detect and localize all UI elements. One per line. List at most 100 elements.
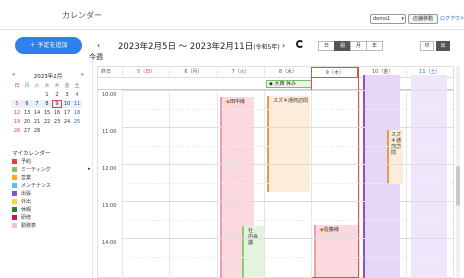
calendar-color-swatch [12,182,17,188]
calendar-color-swatch [12,158,17,164]
mini-day[interactable]: 17 [62,109,72,117]
event-suzuki-short[interactable]: スズ キ通 商訪 問 [387,130,403,184]
mini-calendar-header: « 2023年2月 » [12,72,84,80]
half-hour-line [122,182,453,184]
mini-day[interactable]: 25 [72,118,82,126]
event-suzuki-visit[interactable]: スズキ通商訪問 [267,96,310,192]
mini-day[interactable]: 10 [62,100,72,108]
mini-day[interactable]: 15 [42,109,52,117]
mini-day[interactable]: 13 [22,109,32,117]
my-calendar-label: 営業 [21,174,32,181]
allday-event[interactable]: ◆ 大西 休み [266,80,312,88]
day-header[interactable]: 8（水） [263,67,311,78]
refresh-icon[interactable] [296,40,304,48]
calendar-color-swatch [12,174,17,180]
mini-day[interactable]: 8 [42,100,52,108]
mini-calendar-grid: 日月火水木金土 1 2 3 4 5 6 7 8 9 10 11 12 13 14 15 16 17 18 19 20 21… [12,82,84,135]
mini-day[interactable]: 3 [62,91,72,99]
my-calendar-item[interactable]: 営業 [12,173,86,181]
view-day-button[interactable]: 日 [318,41,335,51]
mini-weekday: 日 [14,83,20,89]
hour-line [122,90,453,91]
prev-week-button[interactable]: ‹ [97,41,100,50]
event-title: スズキ通商訪問 [273,98,309,104]
mini-weekday: 金 [64,83,70,89]
day-header[interactable]: 5（日） [122,67,169,78]
my-calendar-item[interactable]: 出張 [12,189,86,197]
mini-day[interactable]: 23 [52,118,62,126]
mini-day[interactable]: 19 [12,118,22,126]
mini-day[interactable]: 28 [32,127,42,135]
mini-day[interactable]: 26 [12,127,22,135]
add-event-button[interactable]: ＋ 予定を追加 [15,37,82,54]
mini-day[interactable]: 9 [52,100,62,108]
view-year-button[interactable]: 年 [366,41,383,51]
chevron-right-icon[interactable]: ▸ [88,166,91,172]
print-button[interactable]: 印 [420,41,434,51]
view-week-button[interactable]: 週 [334,41,351,51]
mini-weekday: 水 [44,83,50,89]
mini-day[interactable]: 4 [72,91,82,99]
day-header[interactable]: 9（木） [311,67,359,78]
my-calendar-item[interactable]: メンテナンス [12,181,86,189]
view-switcher: 日 週 月 年 [318,41,383,51]
mini-calendar: « 2023年2月 » 日月火水木金土 1 2 3 4 5 6 7 8 9 10 11 12 13 14 15… [12,72,84,135]
next-week-button[interactable]: › [282,41,285,50]
mini-day[interactable]: 20 [22,118,32,126]
mini-day[interactable]: 5 [12,100,22,108]
calendar-color-swatch [12,222,17,228]
my-calendar-item[interactable]: 休暇 [12,205,86,213]
mini-day [62,127,72,135]
allday-header: 終日 [101,69,112,75]
mini-day [72,127,82,135]
view-month-button[interactable]: 月 [350,41,367,51]
logout-link[interactable]: ログアウト [440,15,464,22]
mini-day [22,91,32,99]
my-calendar-label: 出張 [21,190,32,197]
mini-day[interactable]: 6 [22,100,32,108]
mini-day[interactable]: 1 [42,91,52,99]
mini-day [42,127,52,135]
my-calendar-item[interactable]: 予約 [12,157,86,165]
mini-weekday: 土 [74,83,80,89]
export-button[interactable]: 出 [436,41,450,51]
mini-day[interactable]: 22 [42,118,52,126]
my-calendar-label: 休暇 [21,206,32,213]
mini-day[interactable]: 18 [72,109,82,117]
day-header[interactable]: 7（火） [216,67,264,78]
mini-day[interactable]: 27 [22,127,32,135]
hour-line [122,127,453,128]
top-bar: カレンダー demo1 ▾ 店舗移動 ログアウト [0,0,464,30]
mini-day[interactable]: 11 [72,100,82,108]
mini-day[interactable]: 12 [12,109,22,117]
store-move-button[interactable]: 店舗移動 [408,14,438,24]
event-trip-saturday[interactable] [411,75,447,278]
my-calendar-item[interactable]: 研修 [12,213,86,221]
calendar-color-swatch [12,190,17,196]
day-column-line [263,90,265,278]
mini-day[interactable]: 24 [62,118,72,126]
mini-day[interactable]: 21 [32,118,42,126]
mini-day[interactable]: 7 [32,100,42,108]
event-sato[interactable]: ◆佐藤様 [314,225,358,278]
calendar-scrollbar[interactable] [456,66,460,278]
mini-next-month-button[interactable]: » [81,72,84,78]
mini-day[interactable]: 16 [52,109,62,117]
my-calendar-item[interactable]: 勤務表 [12,221,86,229]
event-inside-meeting[interactable]: 社 内会 議 [242,226,264,278]
my-calendar-item[interactable]: 外出 [12,197,86,205]
my-calendar-label: 予約 [21,158,32,165]
time-label: 12:00 [102,166,117,172]
mini-day[interactable]: 2 [52,91,62,99]
my-calendar-item[interactable]: ミーティング [12,165,86,173]
mini-prev-month-button[interactable]: « [12,72,15,78]
chevron-down-icon: ▾ [401,16,404,22]
mini-day[interactable]: 14 [32,109,42,117]
day-column-line [358,90,360,278]
mini-weekday: 木 [54,83,60,89]
calendar-color-swatch [12,214,17,220]
user-select[interactable]: demo1 ▾ [370,14,406,24]
event-title: スズ キ通 商訪 問 [391,132,402,156]
scrollbar-thumb[interactable] [456,166,460,206]
day-header[interactable]: 6（月） [169,67,216,78]
